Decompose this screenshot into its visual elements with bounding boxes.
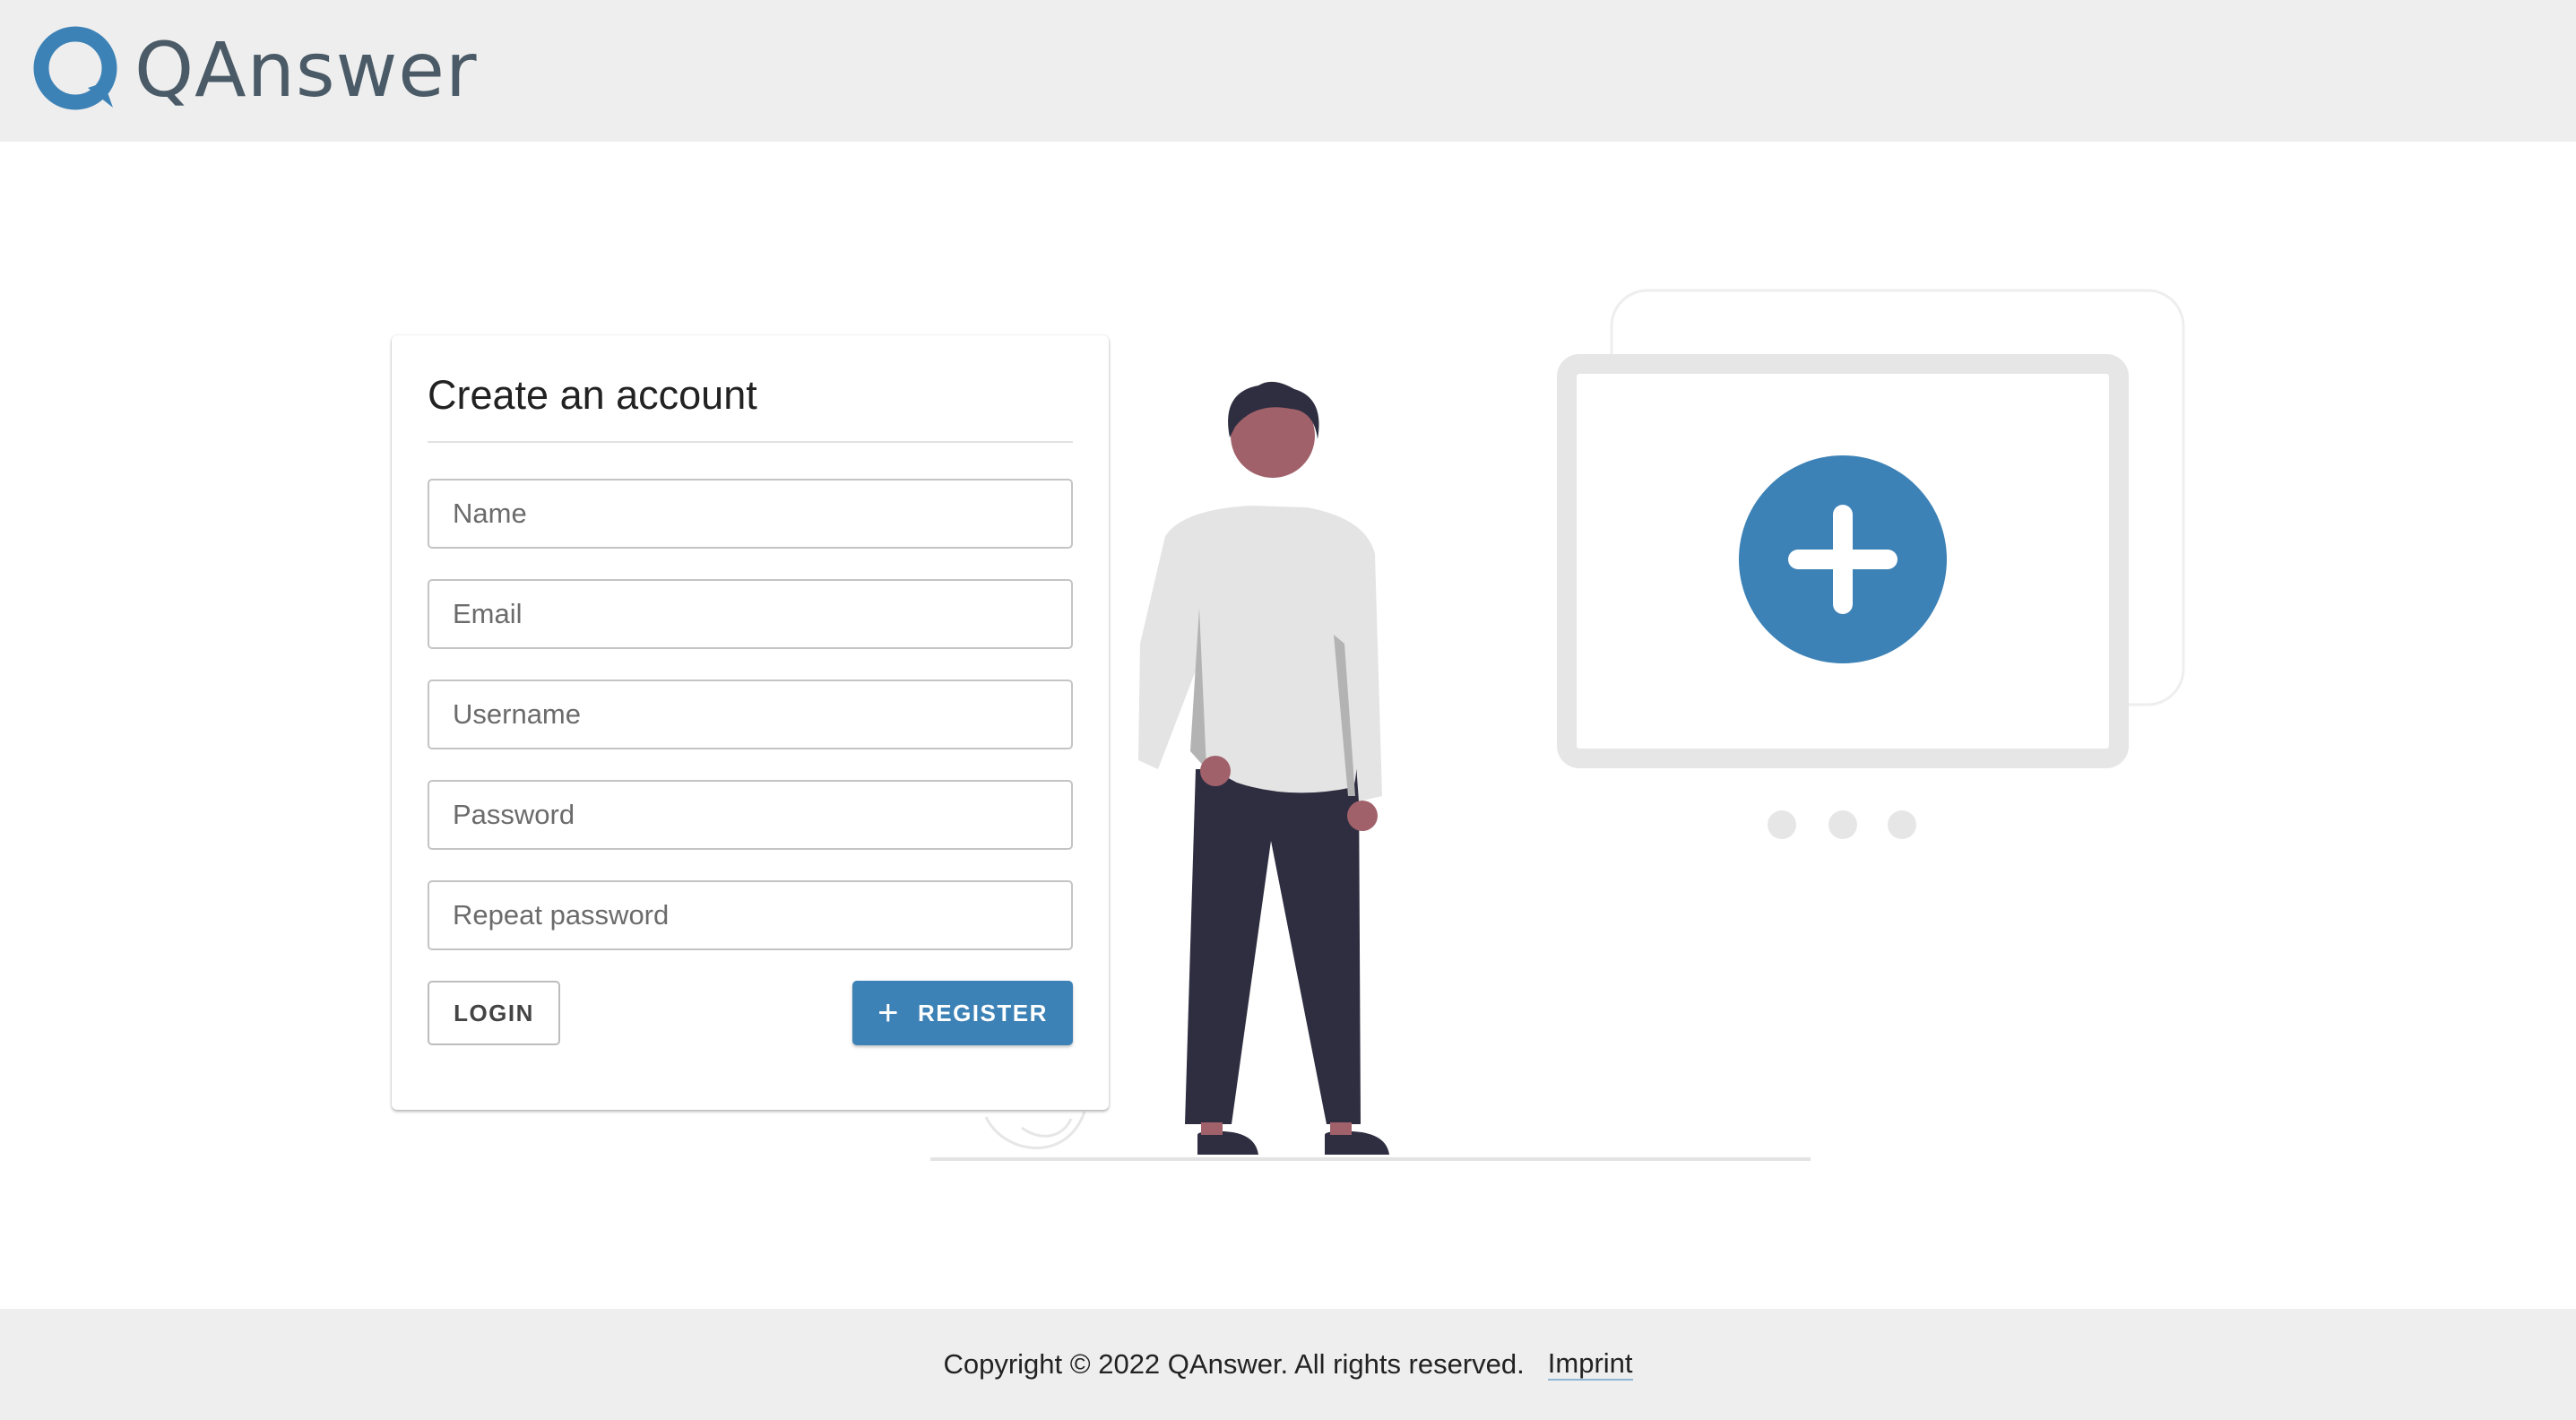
logo-text: QAnswer: [134, 26, 478, 114]
qanswer-logo-icon: [33, 26, 117, 110]
password-field[interactable]: [428, 780, 1073, 850]
copyright-text: Copyright © 2022 QAnswer. All rights res…: [943, 1348, 1525, 1380]
pager-dot: [1768, 810, 1796, 839]
person-figure: [1138, 381, 1389, 1155]
login-button[interactable]: LOGIN: [428, 981, 560, 1045]
repeat-password-field[interactable]: [428, 880, 1073, 950]
register-button-label: REGISTER: [917, 999, 1048, 1026]
pager-dot: [1888, 810, 1916, 839]
form-actions: LOGIN + REGISTER: [428, 981, 1073, 1047]
app-footer: Copyright © 2022 QAnswer. All rights res…: [0, 1309, 2576, 1420]
login-button-label: LOGIN: [454, 999, 534, 1026]
pager-dot: [1828, 810, 1857, 839]
registration-illustration: [930, 289, 2185, 1161]
main-content: Create an account LOGIN + REGISTER: [0, 142, 2576, 1309]
logo[interactable]: QAnswer: [32, 23, 478, 117]
plant-leaves: [984, 1111, 1086, 1149]
imprint-link[interactable]: Imprint: [1547, 1347, 1633, 1381]
username-field[interactable]: [428, 680, 1073, 749]
card-title: Create an account: [428, 372, 757, 418]
register-card: Create an account LOGIN + REGISTER: [392, 335, 1109, 1110]
card-divider: [428, 441, 1073, 443]
email-field[interactable]: [428, 579, 1073, 649]
add-window-icon: [1739, 455, 1947, 663]
app-header: QAnswer: [0, 0, 2576, 142]
name-field[interactable]: [428, 479, 1073, 549]
plus-icon: +: [877, 993, 900, 1033]
register-button[interactable]: + REGISTER: [852, 981, 1073, 1045]
